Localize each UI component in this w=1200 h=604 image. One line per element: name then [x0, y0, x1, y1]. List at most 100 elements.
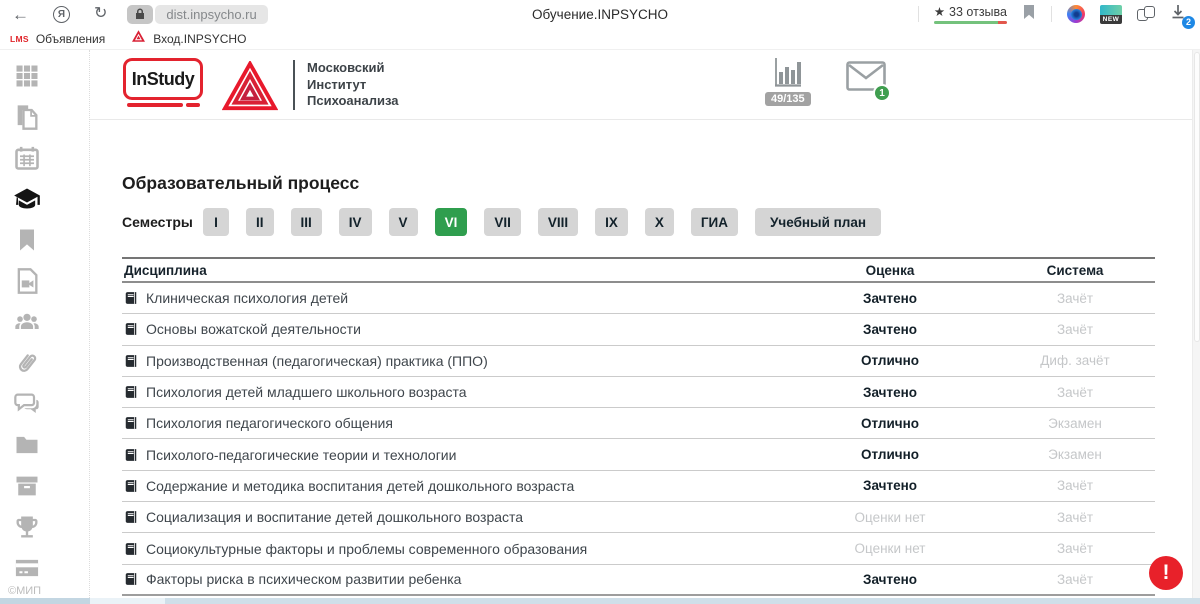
mail-widget[interactable]: 1 — [846, 61, 886, 96]
triangle-favicon — [131, 29, 146, 48]
vertical-scrollbar[interactable] — [1192, 50, 1200, 598]
toolbar-separator — [918, 6, 919, 22]
sidebar-item-messages[interactable] — [13, 390, 47, 418]
grade-value: Зачтено — [830, 291, 950, 306]
site-reviews[interactable]: ★ 33 отзыва — [934, 4, 1007, 24]
page-header: InStudy Московский Институт Психоанализа — [90, 50, 1200, 120]
semester-tab-VII[interactable]: VII — [484, 208, 521, 236]
semester-tab-I[interactable]: I — [203, 208, 229, 236]
system-value: Зачёт — [995, 572, 1155, 587]
discipline-link[interactable]: Психолого-педагогические теории и технол… — [146, 447, 456, 463]
semester-tab-Учебный план[interactable]: Учебный план — [755, 208, 881, 236]
grade-value: Отлично — [830, 447, 950, 462]
discipline-link[interactable]: Социокультурные факторы и проблемы совре… — [146, 541, 587, 557]
table-row: Социализация и воспитание детей дошкольн… — [122, 502, 1155, 533]
semester-tab-V[interactable]: V — [389, 208, 418, 236]
discipline-link[interactable]: Психология детей младшего школьного возр… — [146, 384, 467, 400]
semesters-label: Семестры — [122, 214, 203, 230]
bar-chart-icon — [774, 57, 802, 89]
table-row: Содержание и методика воспитания детей д… — [122, 471, 1155, 502]
sidebar-item-education[interactable] — [13, 185, 47, 213]
column-grade: Оценка — [830, 263, 950, 278]
yandex-browser-icon[interactable]: Я — [53, 6, 70, 23]
lock-icon[interactable] — [127, 5, 153, 24]
table-row: Факторы риска в психическом развитии реб… — [122, 565, 1155, 596]
system-value: Экзамен — [995, 447, 1155, 462]
mail-count-badge: 1 — [873, 84, 891, 102]
discipline-link[interactable]: Клиническая психология детей — [146, 290, 348, 306]
alert-icon[interactable]: ! — [1149, 556, 1183, 590]
sidebar-item-apps-grid[interactable] — [13, 62, 47, 90]
bookmark-label: Объявления — [36, 32, 105, 46]
browser-toolbar: ← Я ↻ dist.inpsycho.ru Обучение.INPSYCHO… — [0, 0, 1200, 28]
semester-tab-III[interactable]: III — [291, 208, 322, 236]
address-bar[interactable]: dist.inpsycho.ru — [127, 5, 267, 24]
table-row: Психология детей младшего школьного возр… — [122, 377, 1155, 408]
star-icon: ★ — [934, 4, 945, 19]
disciplines-table: Дисциплина Оценка Система Клиническая пс… — [122, 257, 1155, 596]
discipline-link[interactable]: Содержание и методика воспитания детей д… — [146, 478, 574, 494]
discipline-link[interactable]: Факторы риска в психическом развитии реб… — [146, 571, 461, 587]
url-text[interactable]: dist.inpsycho.ru — [155, 5, 267, 24]
semester-tab-IV[interactable]: IV — [339, 208, 372, 236]
semester-tab-ГИА[interactable]: ГИА — [691, 208, 738, 236]
grade-value: Зачтено — [830, 322, 950, 337]
sidebar-item-files[interactable] — [13, 431, 47, 459]
column-system: Система — [995, 263, 1155, 278]
discipline-link[interactable]: Психология педагогического общения — [146, 415, 393, 431]
semester-tab-VIII[interactable]: VIII — [538, 208, 578, 236]
sidebar-item-video-materials[interactable] — [13, 267, 47, 295]
downloads-button[interactable]: 2 — [1170, 4, 1190, 25]
bookmark-flag-icon[interactable] — [1022, 4, 1036, 25]
book-icon — [124, 322, 138, 336]
semesters-row: Семестры IIIIIIIVVVIVIIVIIIIXXГИАУчебный… — [122, 208, 1200, 236]
semester-tab-IX[interactable]: IX — [595, 208, 628, 236]
bookmark-announcements[interactable]: LMS Объявления — [10, 32, 105, 46]
semester-tab-X[interactable]: X — [645, 208, 674, 236]
back-icon[interactable]: ← — [12, 6, 29, 23]
discipline-link[interactable]: Производственная (педагогическая) практи… — [146, 353, 488, 369]
system-value: Зачёт — [995, 510, 1155, 525]
progress-stats-widget[interactable]: 49/135 — [765, 57, 811, 106]
book-icon — [124, 479, 138, 493]
tabs-icon[interactable] — [1137, 6, 1155, 22]
grade-value: Зачтено — [830, 478, 950, 493]
sidebar-item-bookmarks[interactable] — [13, 226, 47, 254]
sidebar-item-payments[interactable] — [13, 554, 47, 582]
downloads-count-badge: 2 — [1182, 16, 1195, 29]
system-value: Зачёт — [995, 291, 1155, 306]
column-discipline: Дисциплина — [122, 263, 830, 278]
extension-new-icon[interactable]: NEW — [1100, 5, 1122, 24]
new-badge: NEW — [1100, 15, 1122, 24]
semester-tabs: IIIIIIIVVVIVIIVIIIIXXГИАУчебный план — [203, 208, 881, 236]
system-value: Экзамен — [995, 416, 1155, 431]
grade-value: Зачтено — [830, 572, 950, 587]
bookmark-label: Вход.INPSYCHO — [153, 32, 246, 46]
table-row: Социокультурные факторы и проблемы совре… — [122, 533, 1155, 564]
semester-tab-VI[interactable]: VI — [435, 208, 468, 236]
reviews-rating-bar — [934, 21, 1007, 24]
sidebar-item-community[interactable] — [13, 308, 47, 336]
reviews-count: 33 отзыва — [949, 5, 1007, 19]
sidebar-item-attachments[interactable] — [13, 349, 47, 377]
discipline-link[interactable]: Основы вожатской деятельности — [146, 321, 361, 337]
semester-tab-II[interactable]: II — [246, 208, 274, 236]
sidebar-item-archive[interactable] — [13, 472, 47, 500]
refresh-icon[interactable]: ↻ — [94, 6, 107, 22]
lms-favicon: LMS — [10, 34, 29, 44]
book-icon — [124, 416, 138, 430]
sidebar-item-calendar[interactable] — [13, 144, 47, 172]
table-header: Дисциплина Оценка Система — [122, 259, 1155, 283]
discipline-link[interactable]: Социализация и воспитание детей дошкольн… — [146, 509, 523, 525]
bookmark-inpsycho-login[interactable]: Вход.INPSYCHO — [131, 29, 246, 48]
sidebar-item-awards[interactable] — [13, 513, 47, 541]
extension-color-circle-icon[interactable] — [1067, 5, 1085, 23]
table-row: Психолого-педагогические теории и технол… — [122, 439, 1155, 470]
instudy-logo[interactable]: InStudy — [123, 58, 203, 100]
table-row: Клиническая психология детей Зачтено Зачёт — [122, 283, 1155, 314]
institute-valknut-logo[interactable] — [222, 61, 278, 116]
book-icon — [124, 354, 138, 368]
sidebar-item-documents[interactable] — [13, 103, 47, 131]
sidebar-nav: ©МИП — [0, 50, 90, 598]
horizontal-scrollbar[interactable] — [0, 598, 1200, 604]
